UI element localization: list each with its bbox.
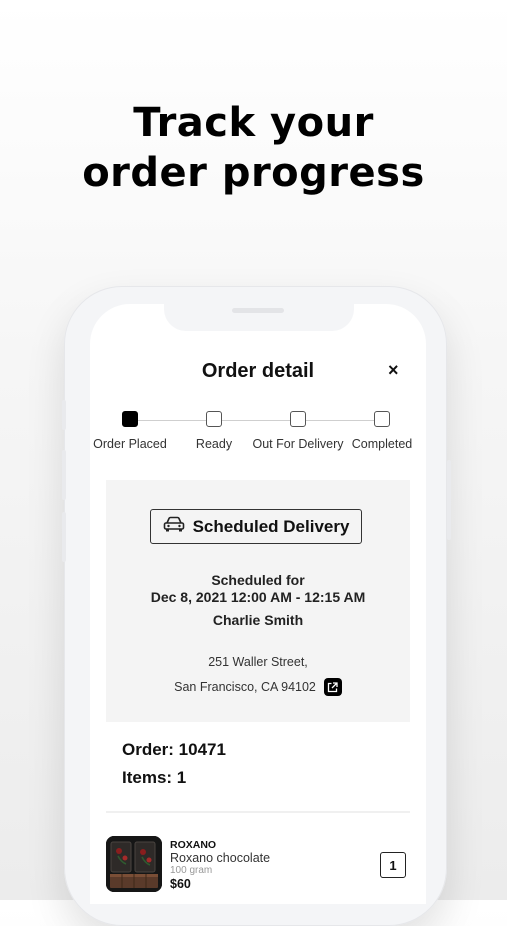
phone-side-button bbox=[447, 460, 451, 540]
external-link-icon[interactable] bbox=[323, 678, 342, 696]
section-divider bbox=[106, 811, 410, 813]
scheduled-time: Dec 8, 2021 12:00 AM - 12:15 AM bbox=[150, 589, 366, 605]
address-line-2-row: San Francisco, CA 94102 bbox=[106, 678, 410, 696]
address-line-1: 251 Waller Street, bbox=[208, 655, 308, 669]
phone-screen: Order detail × Order Placed Ready Out Fo… bbox=[90, 304, 426, 904]
scheduled-for-label: Scheduled for bbox=[211, 572, 305, 588]
close-icon[interactable]: × bbox=[388, 360, 399, 381]
product-price: $60 bbox=[170, 877, 191, 891]
headline: Track your order progress bbox=[0, 98, 507, 198]
product-name: Roxano chocolate bbox=[170, 851, 271, 865]
step-out-for-delivery-indicator bbox=[290, 411, 306, 427]
scheduled-delivery-button[interactable]: Scheduled Delivery bbox=[150, 509, 362, 544]
items-count: Items: 1 bbox=[122, 768, 187, 787]
phone-side-button bbox=[62, 450, 66, 500]
scheduled-delivery-label: Scheduled Delivery bbox=[192, 516, 350, 536]
step-ready-indicator bbox=[206, 411, 222, 427]
delivery-info-card: Scheduled Delivery Scheduled for Dec 8, … bbox=[106, 480, 410, 722]
phone-speaker bbox=[232, 308, 284, 313]
step-label-ready: Ready bbox=[195, 437, 233, 451]
step-label-out-for-delivery: Out For Delivery bbox=[252, 437, 344, 451]
car-icon bbox=[163, 516, 185, 537]
product-weight: 100 gram bbox=[170, 865, 213, 876]
phone-side-button bbox=[62, 512, 66, 562]
step-completed-indicator bbox=[374, 411, 390, 427]
product-brand: ROXANO bbox=[170, 839, 217, 851]
phone-side-button bbox=[62, 400, 66, 430]
order-number: Order: 10471 bbox=[122, 740, 226, 759]
modal-title: Order detail bbox=[201, 360, 315, 382]
phone-notch bbox=[164, 304, 354, 331]
product-image bbox=[106, 836, 162, 892]
headline-line-1: Track your bbox=[133, 100, 374, 146]
step-order-placed-indicator bbox=[122, 411, 138, 427]
headline-line-2: order progress bbox=[82, 150, 425, 196]
progress-track bbox=[130, 420, 382, 421]
product-quantity[interactable]: 1 bbox=[380, 852, 406, 878]
step-label-completed: Completed bbox=[351, 437, 413, 451]
step-label-order-placed: Order Placed bbox=[93, 437, 167, 451]
customer-name: Charlie Smith bbox=[212, 612, 304, 628]
address-line-2: San Francisco, CA 94102 bbox=[174, 680, 316, 694]
